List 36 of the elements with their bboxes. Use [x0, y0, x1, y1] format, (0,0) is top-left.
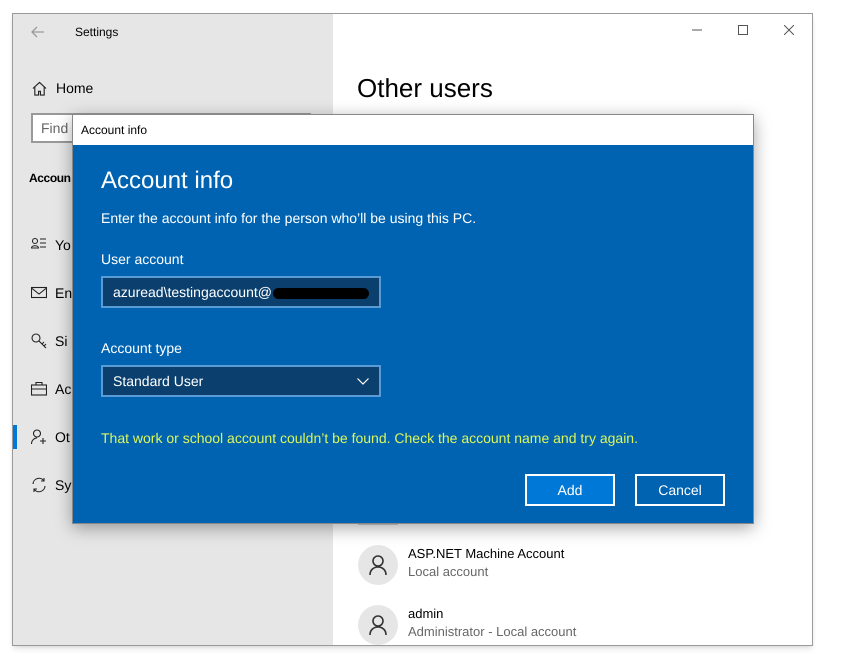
nav-item[interactable]: En: [55, 282, 72, 304]
cancel-button[interactable]: Cancel: [635, 474, 725, 506]
nav-item[interactable]: Yo: [55, 234, 71, 256]
user-detail: Local account: [408, 563, 490, 581]
nav-item[interactable]: Ot: [55, 426, 70, 448]
chevron-icon: [357, 378, 369, 384]
user-account-field[interactable]: azuread\testingaccount@: [101, 276, 381, 308]
dialog-heading: Account info: [101, 166, 234, 196]
dialog-title: Account info: [81, 122, 148, 139]
nav-item[interactable]: Ac: [55, 378, 72, 400]
user-detail: Administrator - Local account: [408, 623, 576, 641]
home-link[interactable]: Home: [56, 78, 94, 98]
add-button[interactable]: Add: [525, 474, 615, 506]
field-label: User account: [101, 250, 184, 269]
instruction-text: Enter the account info for the person who’ll be using this PC.: [101, 209, 478, 228]
window-title: Settings: [75, 24, 118, 40]
section-heading: Accoun: [29, 170, 71, 187]
user-name[interactable]: ASP.NET Machine Account: [408, 545, 564, 563]
home-icon: [32, 80, 47, 96]
error-message: That work or school account couldn’t be found. Check the account name and try again.: [101, 429, 639, 448]
account-type-dropdown[interactable]: Standard User: [101, 365, 381, 397]
nav-item[interactable]: Si: [55, 330, 68, 352]
close-icon[interactable]: [784, 25, 794, 35]
key-icon: [31, 333, 47, 349]
briefcase-icon: [31, 381, 47, 397]
mail-icon: [31, 285, 47, 301]
person-icon: [369, 555, 387, 575]
nav-item[interactable]: Sy: [55, 474, 72, 496]
page-heading: Other users: [357, 72, 494, 105]
minimize-icon[interactable]: [692, 29, 702, 31]
sync-icon: [31, 477, 47, 493]
person-icon: [369, 615, 387, 635]
field-label: Account type: [101, 339, 183, 358]
user-name[interactable]: admin: [408, 605, 576, 623]
maximize-icon[interactable]: [738, 25, 748, 35]
person-add-icon: [31, 429, 47, 445]
